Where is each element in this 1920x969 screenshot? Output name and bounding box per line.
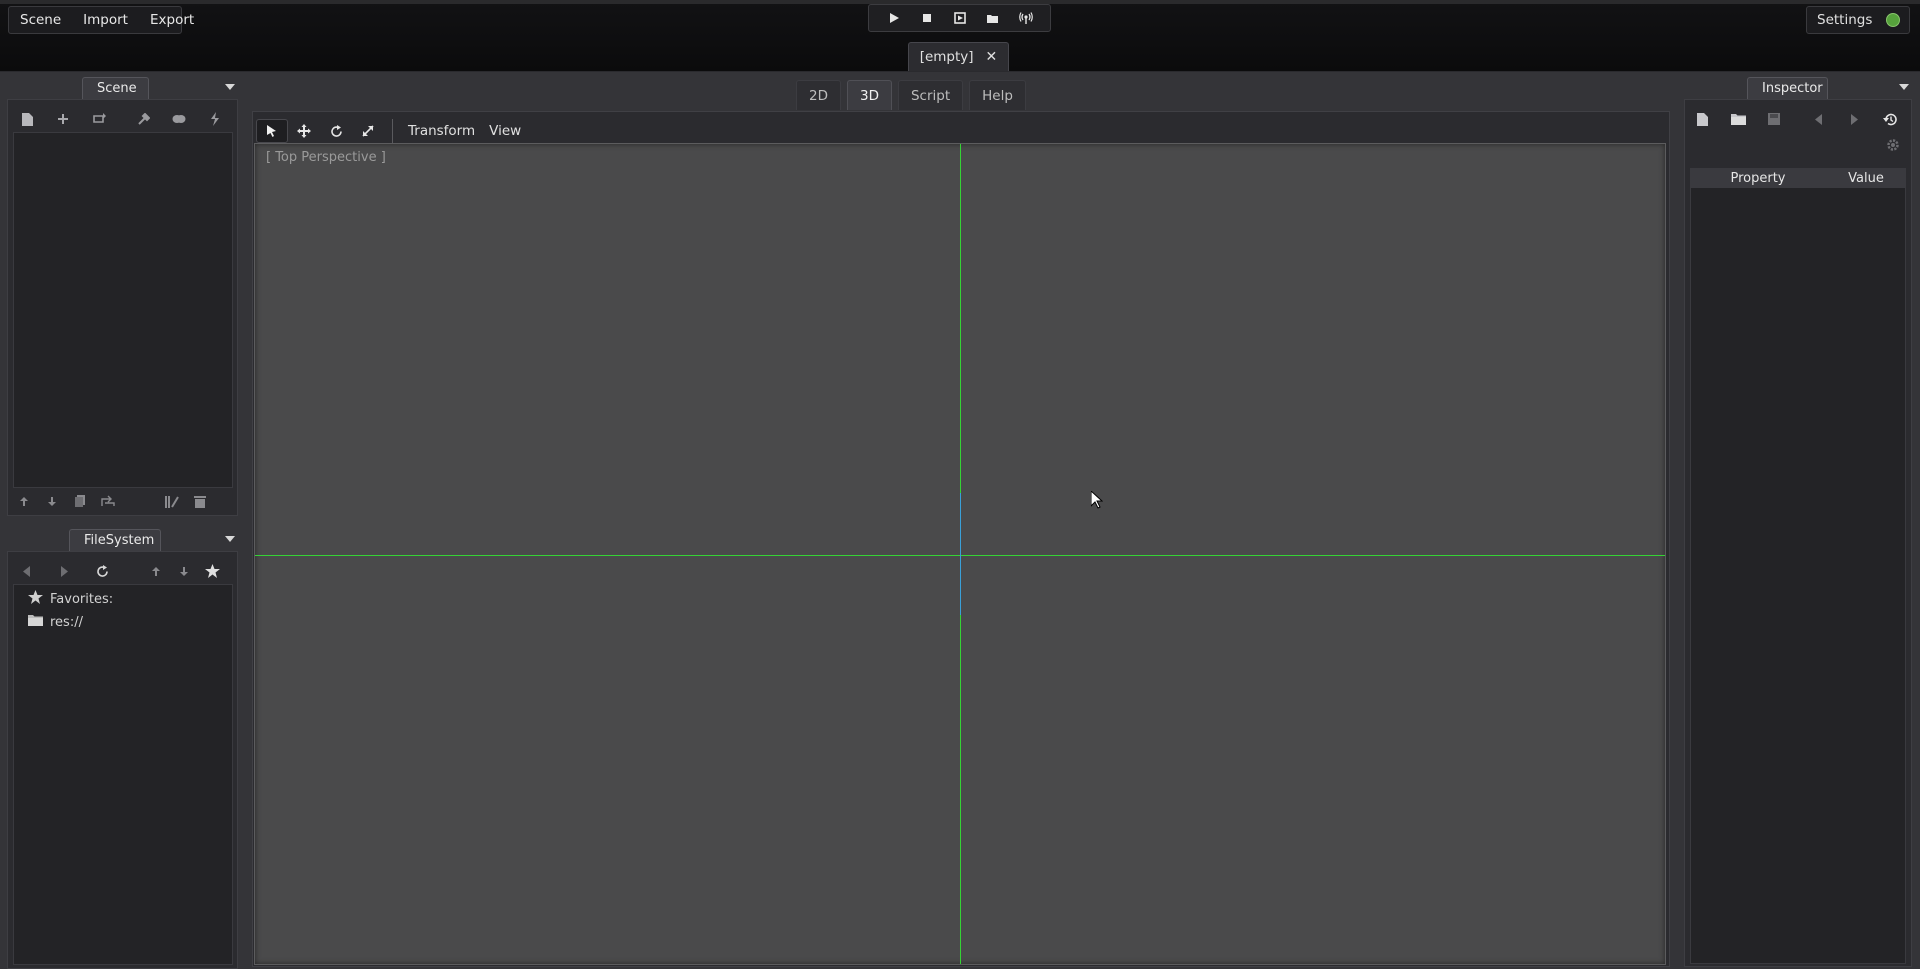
filesystem-dock-menu-icon[interactable] (225, 536, 235, 542)
open-folder-icon[interactable] (1724, 108, 1752, 130)
remote-debug-icon[interactable] (1015, 7, 1037, 29)
refresh-icon[interactable] (88, 560, 116, 582)
inspector-dock-menu-icon[interactable] (1899, 84, 1909, 90)
forward-icon[interactable] (50, 560, 78, 582)
list-item-res[interactable]: res:// (28, 614, 83, 630)
menu-transform[interactable]: Transform (401, 119, 482, 143)
main-screen-tabs: 2D 3D Script Help (796, 80, 1026, 110)
property-table-header: Property Value (1690, 168, 1906, 188)
star-icon (28, 590, 43, 608)
folder-icon (28, 614, 43, 630)
groups-icon[interactable] (165, 108, 193, 130)
play-icon[interactable] (883, 7, 905, 29)
tab-script[interactable]: Script (897, 80, 964, 110)
history-forward-icon[interactable] (1840, 108, 1868, 130)
history-back-icon[interactable] (1804, 108, 1832, 130)
connect-signal-icon[interactable] (129, 108, 157, 130)
history-icon[interactable] (1876, 108, 1904, 130)
inspector-toolbar (1688, 108, 1904, 130)
scene-dock-menu-icon[interactable] (225, 84, 235, 90)
axis-line-z (960, 493, 961, 615)
select-tool-icon[interactable] (256, 119, 288, 143)
save-icon[interactable] (1760, 108, 1788, 130)
play-scene-icon[interactable] (949, 7, 971, 29)
filesystem-tree[interactable] (13, 584, 233, 965)
rotate-tool-icon[interactable] (320, 119, 352, 143)
close-icon[interactable]: ✕ (986, 49, 998, 65)
menu-import[interactable]: Import (72, 7, 139, 33)
column-property: Property (1730, 170, 1786, 186)
mouse-cursor-icon (1090, 489, 1104, 513)
move-up-icon[interactable] (10, 490, 38, 512)
tab-filesystem[interactable]: FileSystem (69, 529, 161, 551)
main-menu: Scene Import Export (8, 6, 194, 34)
viewport-label[interactable]: [ Top Perspective ] (266, 150, 386, 165)
move-down-icon[interactable] (170, 560, 198, 582)
favorite-star-icon[interactable] (198, 560, 226, 582)
duplicate-icon[interactable] (66, 490, 94, 512)
menu-view[interactable]: View (482, 119, 528, 143)
toolbar-separator (392, 119, 393, 143)
back-icon[interactable] (12, 560, 40, 582)
scene-tree[interactable] (13, 132, 233, 488)
list-item-favorites[interactable]: Favorites: (28, 590, 113, 608)
menu-export[interactable]: Export (139, 7, 205, 33)
tab-scene[interactable]: Scene (82, 77, 149, 99)
property-list[interactable] (1690, 188, 1906, 964)
new-node-icon[interactable] (13, 108, 41, 130)
move-tool-icon[interactable] (288, 119, 320, 143)
scale-tool-icon[interactable] (352, 119, 384, 143)
tab-inspector[interactable]: Inspector (1747, 77, 1828, 99)
object-settings-gear-icon[interactable] (1886, 138, 1900, 156)
play-custom-scene-icon[interactable] (982, 7, 1004, 29)
edit-script-icon[interactable] (158, 490, 186, 512)
settings-button[interactable]: Settings (1806, 6, 1910, 34)
scene-tab-label: [empty] (919, 49, 974, 65)
tab-2d[interactable]: 2D (796, 80, 841, 110)
move-up-icon[interactable] (142, 560, 170, 582)
reparent-icon[interactable] (94, 490, 122, 512)
move-down-icon[interactable] (38, 490, 66, 512)
viewport-toolbar: Transform View (256, 118, 528, 144)
add-instance-icon[interactable] (49, 108, 77, 130)
delete-icon[interactable] (186, 490, 214, 512)
tab-3d[interactable]: 3D (846, 80, 892, 110)
play-controls (868, 4, 1051, 32)
scene-bottom-toolbar (10, 490, 214, 512)
replace-node-icon[interactable] (85, 108, 113, 130)
scene-toolbar (13, 108, 229, 130)
settings-label: Settings (1817, 12, 1873, 28)
list-item-label: Favorites: (50, 591, 114, 607)
menu-scene[interactable]: Scene (9, 7, 72, 33)
column-value: Value (1848, 170, 1884, 186)
filesystem-toolbar (12, 560, 226, 582)
3d-viewport[interactable]: [ Top Perspective ] (254, 143, 1666, 965)
stop-icon[interactable] (916, 7, 938, 29)
tab-help[interactable]: Help (969, 80, 1026, 110)
new-resource-icon[interactable] (1688, 108, 1716, 130)
script-icon[interactable] (201, 108, 229, 130)
list-item-label: res:// (50, 614, 83, 630)
status-ok-icon (1886, 13, 1901, 27)
scene-tab-empty[interactable]: [empty] ✕ (908, 42, 1009, 71)
